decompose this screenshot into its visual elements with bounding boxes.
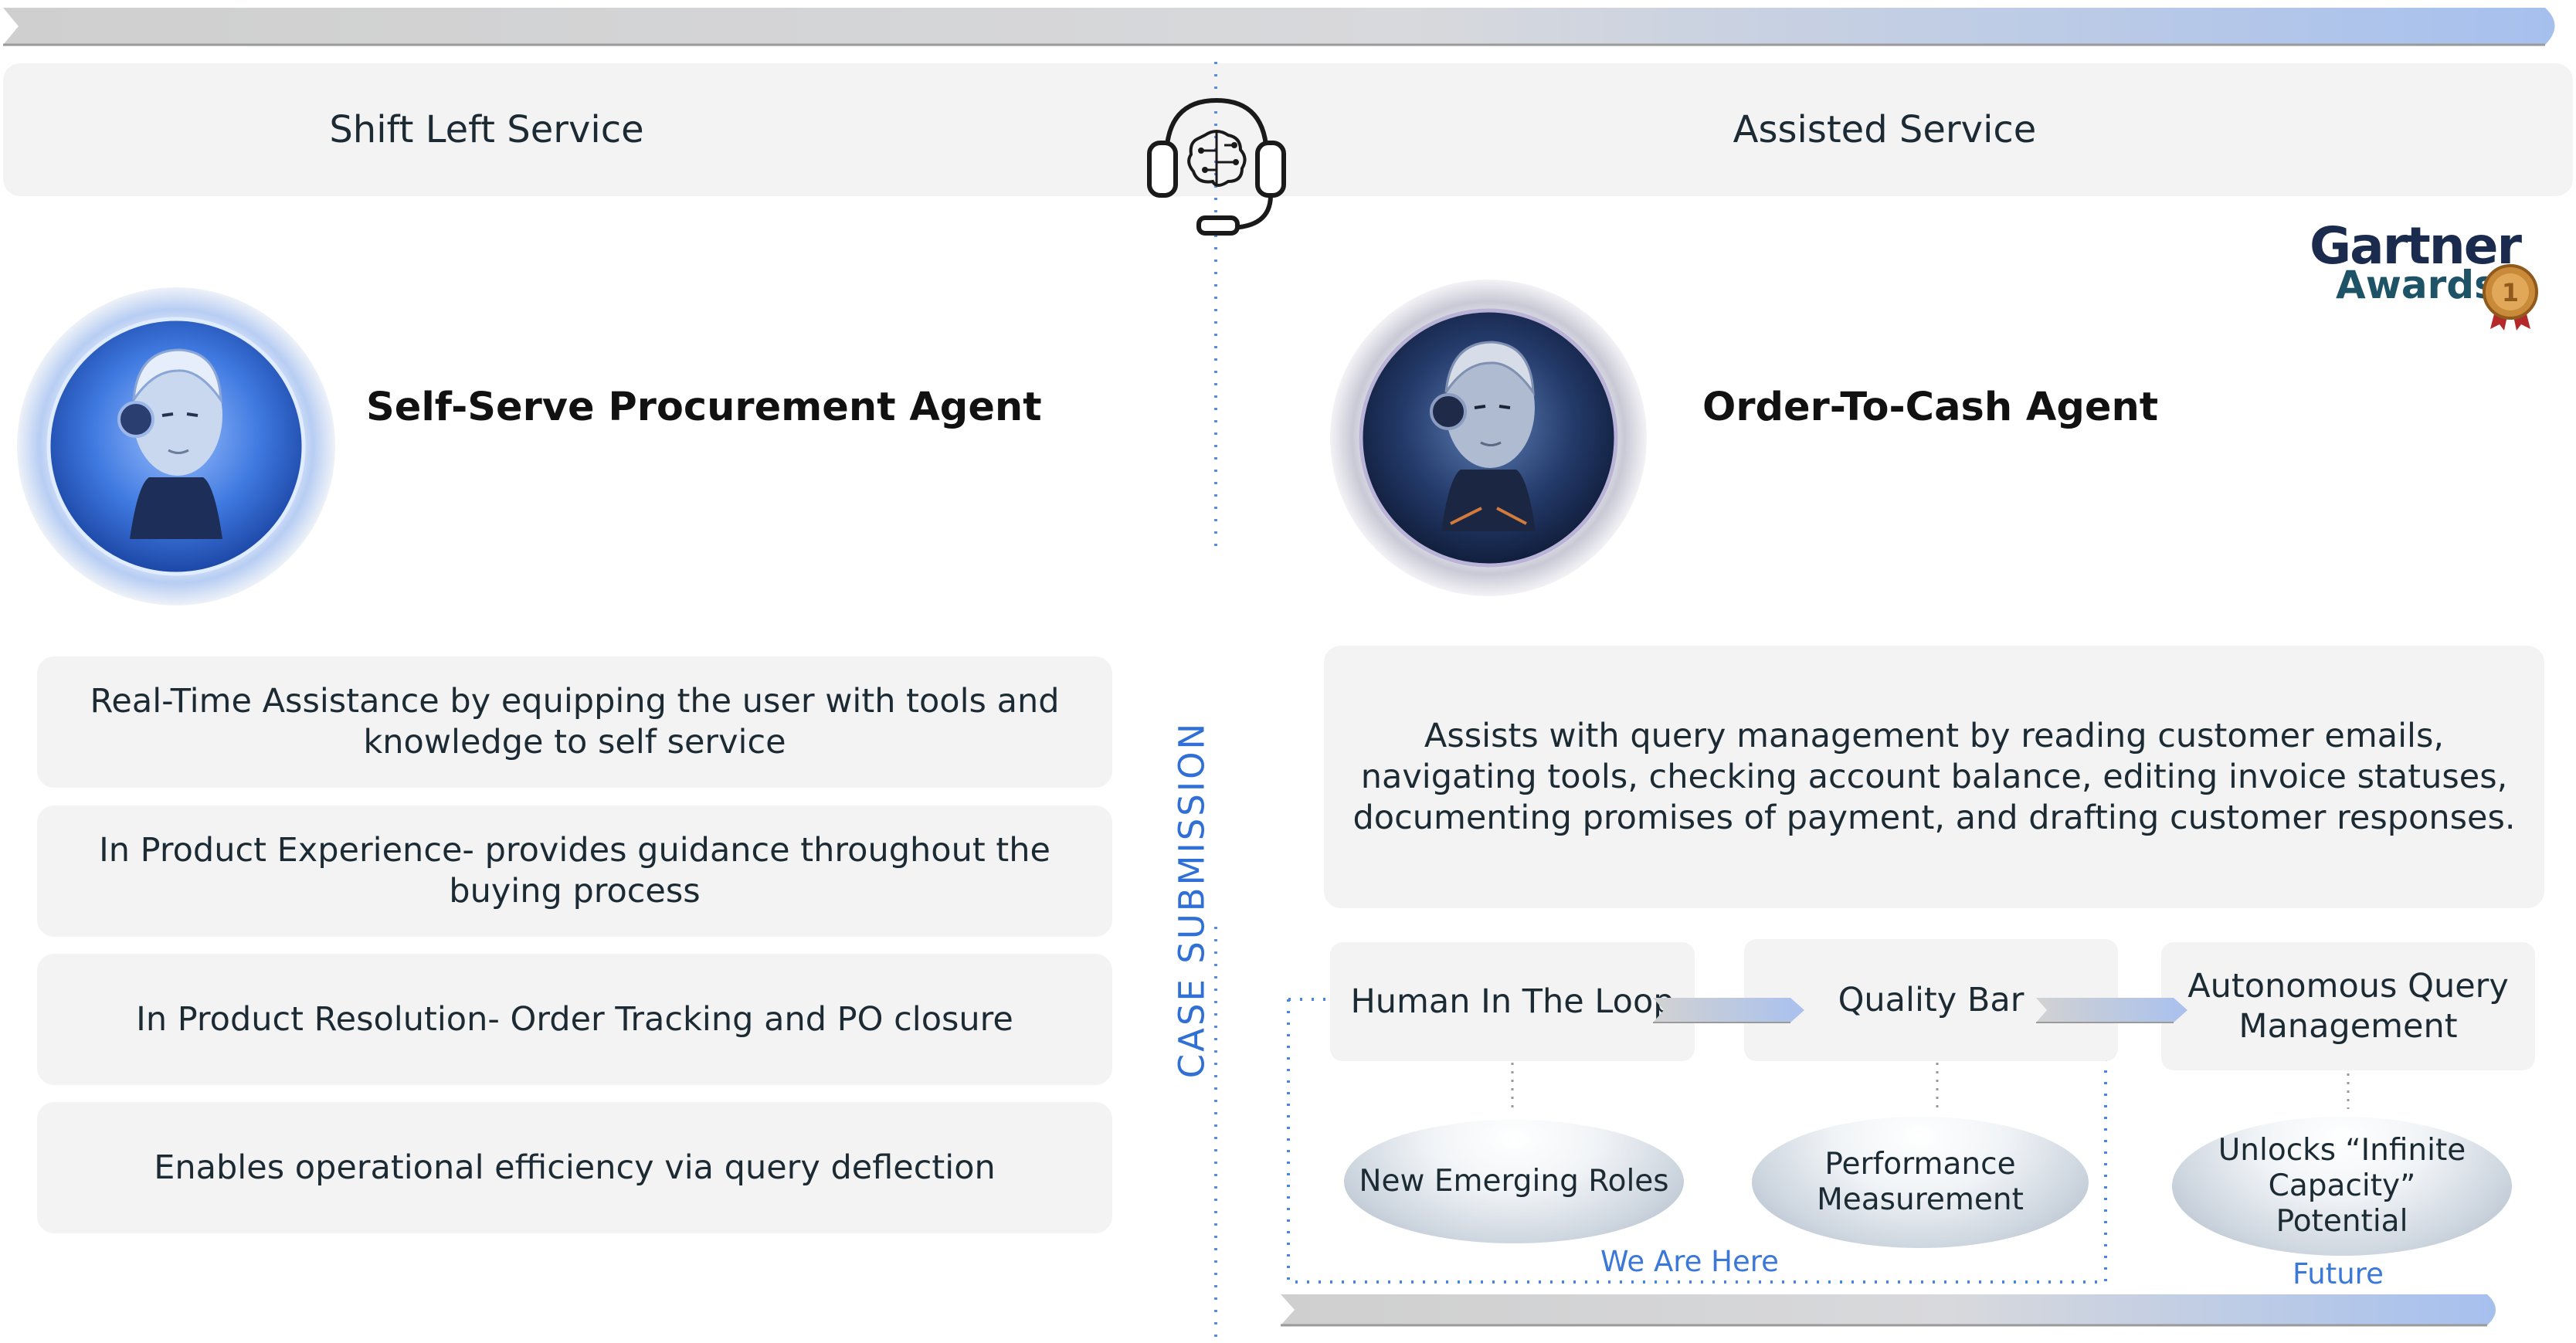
shift-left-service-label: Shift Left Service <box>329 108 644 151</box>
order-to-cash-description: Assists with query management by reading… <box>1324 646 2544 908</box>
stage-arrow-1 <box>1653 998 1804 1023</box>
robot-avatar-dark <box>1330 280 1647 596</box>
feature-box-in-product-resolution: In Product Resolution- Order Tracking an… <box>37 954 1112 1085</box>
medal-icon: 1 <box>2483 264 2538 331</box>
robot-avatar-blue <box>17 287 335 605</box>
we-are-here-label: We Are Here <box>1600 1245 1779 1278</box>
bottom-progress-arrow <box>1281 1294 2496 1327</box>
right-agent-title: Order-To-Cash Agent <box>1702 385 2159 430</box>
medal-number: 1 <box>2502 278 2519 307</box>
feature-box-real-time-assistance: Real-Time Assistance by equipping the us… <box>37 656 1112 788</box>
outcome-new-emerging-roles: New Emerging Roles <box>1344 1120 1684 1243</box>
stage-autonomous-query-management: Autonomous Query Management <box>2161 942 2535 1070</box>
left-agent-title: Self-Serve Procurement Agent <box>366 385 1042 430</box>
vertical-divider <box>1214 62 1217 1343</box>
assisted-service-label: Assisted Service <box>1733 108 2037 151</box>
outcome-infinite-capacity: Unlocks “Infinite Capacity” Potential <box>2172 1117 2512 1256</box>
stage-arrow-2 <box>2036 998 2187 1023</box>
case-submission-label: CASE SUBMISSION <box>1171 721 1213 1079</box>
stage-connectors <box>1511 1063 2350 1109</box>
awards-logo-text: Awards <box>2336 263 2497 307</box>
headset-brain-icon <box>1147 97 1286 236</box>
feature-box-in-product-experience: In Product Experience- provides guidance… <box>37 805 1112 937</box>
top-progress-arrow <box>3 8 2555 46</box>
feature-box-operational-efficiency: Enables operational efficiency via query… <box>37 1102 1112 1233</box>
outcome-performance-measurement: Performance Measurement <box>1752 1117 2089 1248</box>
stage-human-in-the-loop: Human In The Loop <box>1330 942 1695 1061</box>
